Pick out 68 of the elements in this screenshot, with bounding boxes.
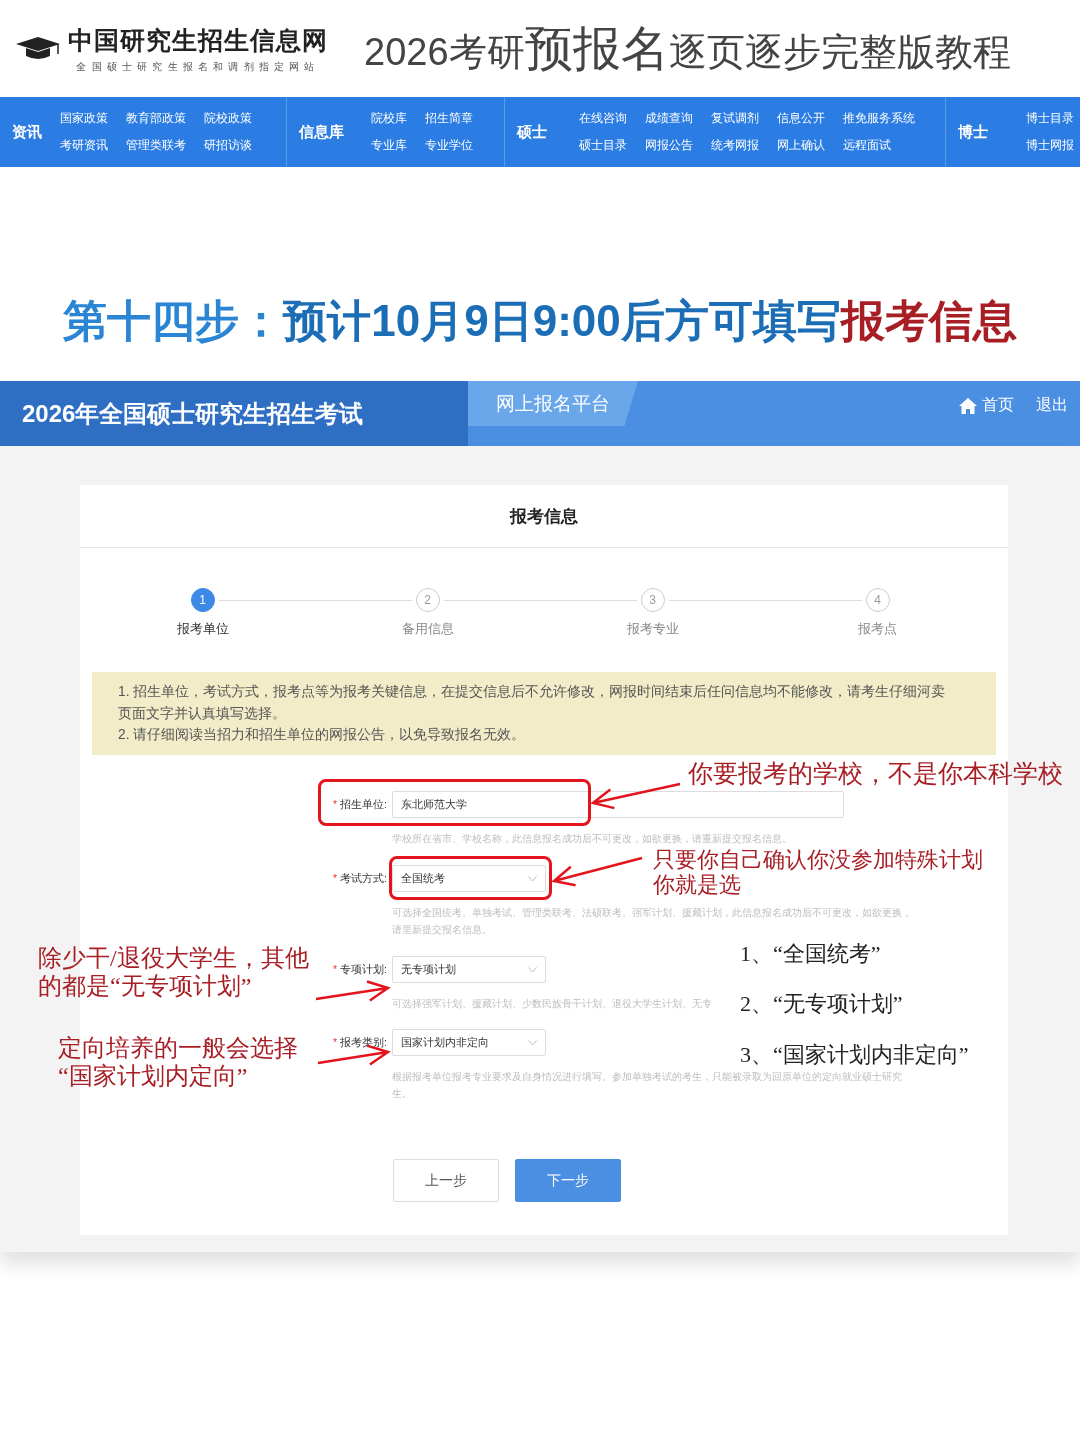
step-heading: 第十四步：预计10月9日9:00后方可填写报考信息 <box>63 295 1017 347</box>
step-number[interactable]: 1 <box>190 588 215 612</box>
nav-link[interactable]: 管理类联考 <box>126 137 186 154</box>
site-logo-name: 中国研究生招生信息网 <box>68 24 328 56</box>
annotation-text: 除少干/退役大学生，其他 <box>38 945 309 973</box>
annotation-text: 你就是选 <box>653 872 741 898</box>
site-tagline: 全国硕士研究生报名和调剂指定网站 <box>76 59 320 74</box>
chevron-down-icon <box>528 875 537 882</box>
nav-link[interactable]: 考研资讯 <box>60 137 108 154</box>
back-button[interactable]: 上一步 <box>393 1159 499 1202</box>
option-list-item: 3、“国家计划内非定向” <box>740 1041 969 1067</box>
nav-link[interactable]: 博士目录 <box>1026 110 1075 127</box>
nav-link[interactable]: 网报公告 <box>644 137 693 154</box>
notice-text: 2. 请仔细阅读当招力和招生单位的网报公告，以免导致报名无效。 <box>118 726 527 744</box>
select-field[interactable]: 国家计划内非定向 <box>392 1029 546 1056</box>
nav-link[interactable]: 院校库 <box>371 110 408 127</box>
nav-link[interactable]: 专业学位 <box>425 137 474 154</box>
nav-link[interactable]: 网上确认 <box>776 137 825 154</box>
form-title: 报考信息 <box>80 485 1008 548</box>
nav-link[interactable]: 教育部政策 <box>126 110 186 127</box>
nav-section-title[interactable]: 信息库 <box>287 122 364 142</box>
platform-tab[interactable]: 网上报名平台 <box>468 381 638 426</box>
nav-link[interactable]: 专业库 <box>371 137 408 154</box>
chevron-down-icon <box>528 966 537 973</box>
nav-section-title[interactable]: 博士 <box>946 122 1011 142</box>
step-number[interactable]: 2 <box>415 588 440 612</box>
nav-link[interactable]: 院校政策 <box>204 110 252 127</box>
field-label: * 专项计划: <box>333 962 387 977</box>
nav-link[interactable]: 招生简章 <box>425 110 474 127</box>
platform-title: 2026年全国硕士研究生招生考试 <box>0 381 468 446</box>
step-number[interactable]: 3 <box>640 588 665 612</box>
select-field[interactable]: 全国统考 <box>392 865 546 892</box>
step-number[interactable]: 4 <box>865 588 890 612</box>
annotation-text: 的都是“无专项计划” <box>38 972 252 1001</box>
annotation-text: 你要报考的学校，不是你本科学校 <box>688 760 1063 789</box>
step-label: 报考专业 <box>626 621 679 638</box>
home-icon <box>958 396 978 415</box>
select-field[interactable]: 无专项计划 <box>392 956 546 983</box>
notice-text: 1. 招生单位，考试方式，报考点等为报考关键信息，在提交信息后不允许修改，网报时间结束后任问信息均不能修改，请考生仔细河卖页面文字并认真填写选择。 <box>118 683 947 723</box>
nav-link[interactable]: 研招访谈 <box>204 137 252 154</box>
nav-link[interactable]: 硕士目录 <box>578 137 627 154</box>
tutorial-title: 2026考研预报名 逐页逐步完整版教程 <box>364 20 1011 77</box>
nav-link[interactable]: 在线咨询 <box>578 110 627 127</box>
nav-link[interactable]: 远程面试 <box>842 137 915 154</box>
field-label: * 考试方式: <box>333 871 387 886</box>
nav-link[interactable]: 成绩查询 <box>644 110 693 127</box>
logout-link[interactable]: 退出 <box>1036 395 1068 416</box>
step-label: 报考单位 <box>176 621 229 638</box>
option-list-item: 1、“全国统考” <box>740 941 881 967</box>
step-label: 备用信息 <box>401 621 454 638</box>
annotation-text: “国家计划内定向” <box>58 1062 248 1091</box>
nav-link[interactable]: 推免服务系统 <box>842 110 915 127</box>
nav-link[interactable]: 博士网报 <box>1026 137 1075 154</box>
home-link[interactable]: 首页 <box>958 395 1014 416</box>
nav-link[interactable]: 复试调剂 <box>710 110 759 127</box>
nav-section-title[interactable]: 资讯 <box>0 122 54 142</box>
field-label: * 招生单位: <box>333 797 387 812</box>
next-button[interactable]: 下一步 <box>515 1159 621 1202</box>
annotation-text: 只要你自己确认你没参加特殊计划 <box>653 847 983 873</box>
chevron-down-icon <box>528 1039 537 1046</box>
nav-link[interactable]: 统考网报 <box>710 137 759 154</box>
nav-link[interactable]: 信息公开 <box>776 110 825 127</box>
input-field[interactable]: 东北师范大学 <box>392 791 844 818</box>
nav-section-title[interactable]: 硕士 <box>504 122 567 142</box>
option-list-item: 2、“无专项计划” <box>740 991 903 1017</box>
nav-link[interactable]: 国家政策 <box>60 110 108 127</box>
annotation-text: 定向培养的一般会选择 <box>58 1035 298 1063</box>
step-label: 报考点 <box>858 621 897 638</box>
